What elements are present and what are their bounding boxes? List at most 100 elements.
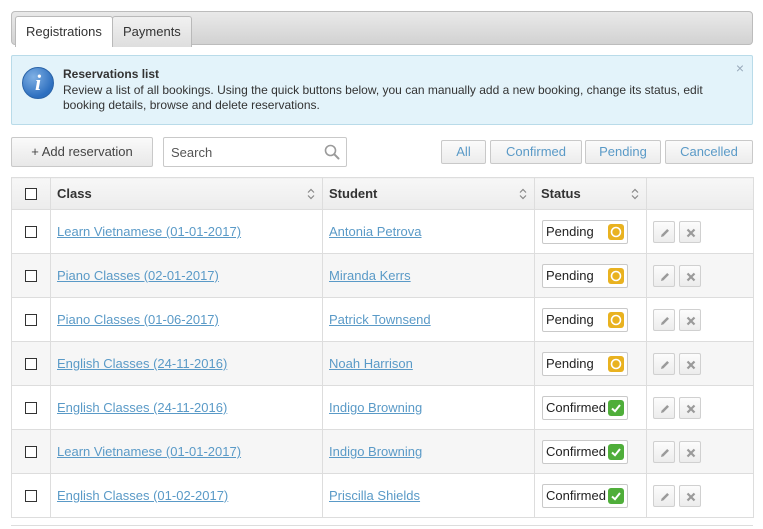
status-dropdown[interactable]: Confirmed	[542, 483, 628, 508]
class-link[interactable]: English Classes (24-11-2016)	[51, 356, 227, 371]
sort-icon[interactable]	[631, 188, 639, 200]
close-icon	[686, 448, 696, 457]
row-checkbox[interactable]	[25, 225, 37, 238]
filter-all-button[interactable]: All	[441, 140, 486, 164]
row-checkbox[interactable]	[25, 401, 37, 414]
student-link[interactable]: Indigo Browning	[323, 400, 422, 415]
student-link[interactable]: Antonia Petrova	[323, 224, 422, 239]
class-link[interactable]: Learn Vietnamese (01-01-2017)	[51, 224, 241, 239]
actions-cell	[646, 341, 754, 386]
student-link[interactable]: Indigo Browning	[323, 444, 422, 459]
clock-icon	[608, 355, 624, 372]
row-select-cell	[11, 473, 51, 518]
pencil-icon	[661, 228, 669, 237]
student-cell: Indigo Browning	[322, 385, 535, 430]
status-label: Pending	[546, 267, 594, 283]
status-cell: Pending	[534, 341, 647, 386]
table-row: English Classes (01-02-2017) Priscilla S…	[11, 473, 754, 518]
select-all-checkbox[interactable]	[25, 187, 37, 200]
row-checkbox[interactable]	[25, 357, 37, 370]
row-select-cell	[11, 429, 51, 474]
edit-button[interactable]	[653, 484, 675, 507]
status-label: Pending	[546, 355, 594, 371]
status-label: Confirmed	[546, 399, 606, 415]
tab-bar: Registrations Payments	[11, 11, 753, 47]
info-icon: i	[22, 67, 54, 99]
delete-button[interactable]	[679, 352, 701, 375]
info-title: Reservations list	[63, 67, 160, 81]
actions-cell	[646, 253, 754, 298]
class-link[interactable]: Piano Classes (01-06-2017)	[51, 312, 219, 327]
delete-button[interactable]	[679, 440, 701, 463]
student-cell: Miranda Kerrs	[322, 253, 535, 298]
row-checkbox[interactable]	[25, 313, 37, 326]
tab-payments[interactable]: Payments	[112, 16, 192, 47]
status-dropdown[interactable]: Pending	[542, 351, 628, 376]
filter-cancelled-button[interactable]: Cancelled	[665, 140, 753, 164]
row-select-cell	[11, 253, 51, 298]
check-icon	[608, 443, 624, 460]
edit-button[interactable]	[653, 308, 675, 331]
edit-button[interactable]	[653, 396, 675, 419]
delete-button[interactable]	[679, 396, 701, 419]
column-label: Class	[57, 186, 92, 201]
close-icon[interactable]: ×	[736, 60, 744, 76]
actions-cell	[646, 385, 754, 430]
class-link[interactable]: Learn Vietnamese (01-01-2017)	[51, 444, 241, 459]
column-header-student[interactable]: Student	[322, 177, 535, 210]
status-label: Pending	[546, 223, 594, 239]
actions-cell	[646, 429, 754, 474]
sort-icon[interactable]	[307, 188, 315, 200]
student-cell: Patrick Townsend	[322, 297, 535, 342]
table-header-row: Class Student Status	[11, 177, 754, 210]
status-dropdown[interactable]: Pending	[542, 307, 628, 332]
column-header-status[interactable]: Status	[534, 177, 647, 210]
pencil-icon	[661, 272, 669, 281]
status-dropdown[interactable]: Confirmed	[542, 395, 628, 420]
student-link[interactable]: Noah Harrison	[323, 356, 413, 371]
status-dropdown[interactable]: Pending	[542, 263, 628, 288]
class-link[interactable]: English Classes (01-02-2017)	[51, 488, 228, 503]
filter-confirmed-button[interactable]: Confirmed	[490, 140, 582, 164]
sort-icon[interactable]	[519, 188, 527, 200]
class-cell: English Classes (24-11-2016)	[50, 385, 323, 430]
column-header-class[interactable]: Class	[50, 177, 323, 210]
column-header-actions	[646, 177, 754, 210]
info-text: Review a list of all bookings. Using the…	[63, 83, 703, 112]
status-dropdown[interactable]: Confirmed	[542, 439, 628, 464]
tab-registrations[interactable]: Registrations	[15, 16, 113, 47]
delete-button[interactable]	[679, 484, 701, 507]
student-link[interactable]: Priscilla Shields	[323, 488, 420, 503]
row-checkbox[interactable]	[25, 269, 37, 282]
delete-button[interactable]	[679, 220, 701, 243]
student-link[interactable]: Patrick Townsend	[323, 312, 431, 327]
edit-button[interactable]	[653, 352, 675, 375]
delete-button[interactable]	[679, 308, 701, 331]
row-checkbox[interactable]	[25, 445, 37, 458]
check-icon	[608, 399, 624, 416]
status-cell: Confirmed	[534, 385, 647, 430]
filter-pending-button[interactable]: Pending	[585, 140, 661, 164]
clock-icon	[608, 223, 624, 240]
edit-button[interactable]	[653, 264, 675, 287]
status-cell: Pending	[534, 297, 647, 342]
student-cell: Antonia Petrova	[322, 209, 535, 254]
student-link[interactable]: Miranda Kerrs	[323, 268, 411, 283]
actions-cell	[646, 297, 754, 342]
search-icon[interactable]	[324, 144, 340, 160]
add-reservation-button[interactable]: + Add reservation	[11, 137, 153, 167]
edit-button[interactable]	[653, 440, 675, 463]
table-row: Learn Vietnamese (01-01-2017) Antonia Pe…	[11, 209, 754, 254]
delete-button[interactable]	[679, 264, 701, 287]
status-dropdown[interactable]: Pending	[542, 219, 628, 244]
row-select-cell	[11, 341, 51, 386]
class-cell: Learn Vietnamese (01-01-2017)	[50, 429, 323, 474]
edit-button[interactable]	[653, 220, 675, 243]
search-input[interactable]	[164, 138, 314, 166]
select-all-cell	[11, 177, 51, 210]
class-link[interactable]: English Classes (24-11-2016)	[51, 400, 227, 415]
row-checkbox[interactable]	[25, 489, 37, 502]
class-link[interactable]: Piano Classes (02-01-2017)	[51, 268, 219, 283]
table-row: Learn Vietnamese (01-01-2017) Indigo Bro…	[11, 429, 754, 474]
reservations-table: Class Student Status Learn Vietnamese (0…	[11, 177, 754, 518]
